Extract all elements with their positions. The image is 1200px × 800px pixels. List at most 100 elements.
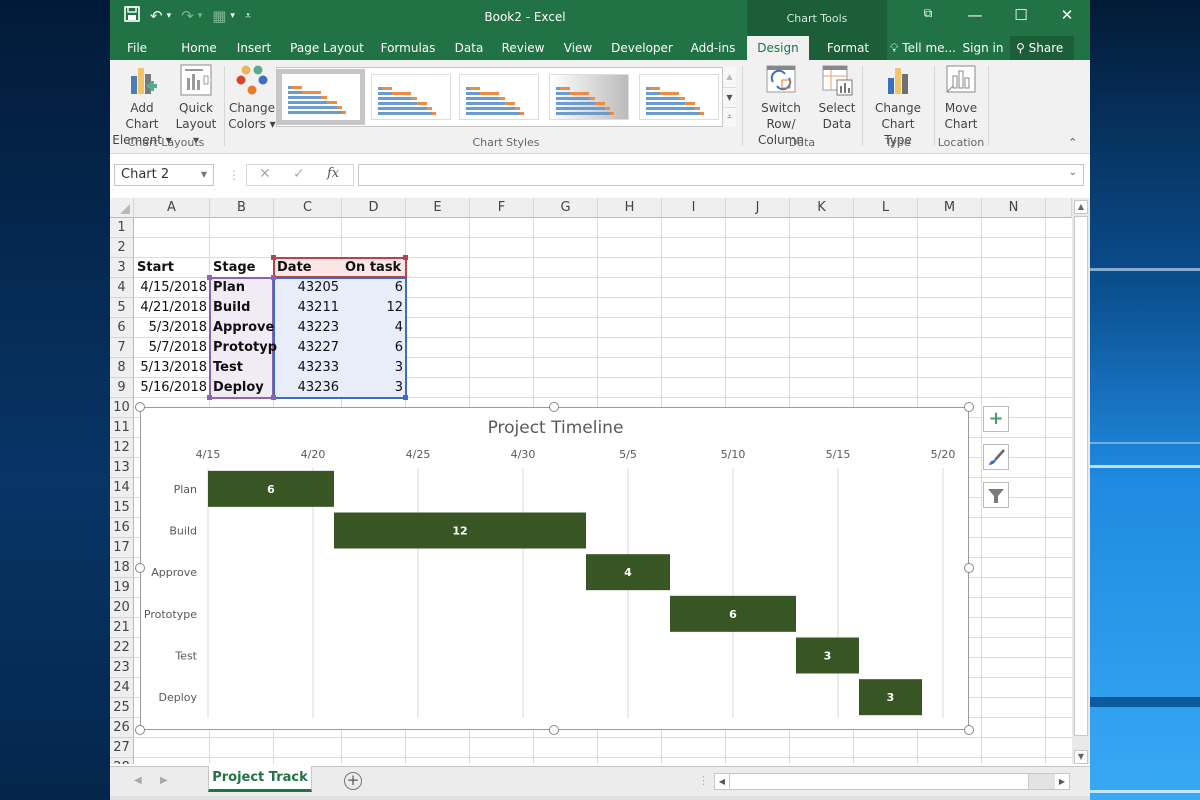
name-box[interactable]: Chart 2 ▼ (114, 164, 214, 186)
scroll-down-icon[interactable]: ▼ (1074, 750, 1088, 764)
cell-date[interactable]: 43227 (275, 338, 341, 358)
row-header-19[interactable]: 19 (110, 578, 134, 598)
chart-style-2[interactable] (371, 74, 451, 120)
collapse-ribbon-icon[interactable]: ⌃ (1068, 136, 1077, 149)
cell-on-task[interactable]: 3 (343, 378, 405, 398)
prev-sheet-icon[interactable]: ◀ (134, 775, 142, 786)
save-icon[interactable] (124, 6, 140, 26)
resize-handle-bottom[interactable] (549, 725, 559, 735)
redo-icon[interactable]: ↷ (181, 7, 194, 25)
row-header-4[interactable]: 4 (110, 278, 134, 298)
cell-stage[interactable]: Test (211, 358, 277, 378)
row-header-17[interactable]: 17 (110, 538, 134, 558)
row-header-2[interactable]: 2 (110, 238, 134, 258)
tab-developer[interactable]: Developer (610, 36, 674, 60)
row-header-11[interactable]: 11 (110, 418, 134, 438)
cell-stage[interactable]: Deploy (211, 378, 277, 398)
cell-d3-header[interactable]: On task (343, 258, 405, 278)
tab-splitter[interactable]: ⋮ (698, 774, 709, 787)
row-header-9[interactable]: 9 (110, 378, 134, 398)
cell-date[interactable]: 43236 (275, 378, 341, 398)
chart-style-5[interactable] (639, 74, 719, 120)
row-header-18[interactable]: 18 (110, 558, 134, 578)
tab-view[interactable]: View (560, 36, 596, 60)
maximize-icon[interactable]: ☐ (1006, 6, 1036, 24)
column-header-i[interactable]: I (662, 198, 726, 218)
select-all-button[interactable] (110, 198, 134, 218)
tab-formulas[interactable]: Formulas (380, 36, 436, 60)
ribbon-display-options-icon[interactable]: ⧉ (913, 6, 943, 21)
chart-style-4[interactable] (549, 74, 629, 120)
cell-stage[interactable]: Prototype (211, 338, 277, 358)
row-header-15[interactable]: 15 (110, 498, 134, 518)
vertical-scroll-thumb[interactable] (1074, 216, 1088, 736)
tab-data[interactable]: Data (450, 36, 488, 60)
row-header-8[interactable]: 8 (110, 358, 134, 378)
next-sheet-icon[interactable]: ▶ (160, 775, 168, 786)
row-header-7[interactable]: 7 (110, 338, 134, 358)
cell-a3-header[interactable]: Start (135, 258, 209, 278)
cell-start[interactable]: 5/13/2018 (135, 358, 209, 378)
cell-start[interactable]: 4/15/2018 (135, 278, 209, 298)
undo-icon[interactable]: ↶ (150, 7, 163, 25)
column-header-f[interactable]: F (470, 198, 534, 218)
cell-date[interactable]: 43233 (275, 358, 341, 378)
cell-on-task[interactable]: 6 (343, 338, 405, 358)
row-header-22[interactable]: 22 (110, 638, 134, 658)
resize-handle-right[interactable] (964, 563, 974, 573)
redo-dropdown-icon[interactable]: ▾ (198, 11, 203, 21)
tell-me-search[interactable]: 💡︎ Tell me... (888, 36, 958, 60)
cell-stage[interactable]: Plan (211, 278, 277, 298)
column-header-h[interactable]: H (598, 198, 662, 218)
row-header-10[interactable]: 10 (110, 398, 134, 418)
row-header-14[interactable]: 14 (110, 478, 134, 498)
tab-add-ins[interactable]: Add-ins (686, 36, 740, 60)
cell-b3-header[interactable]: Stage (211, 258, 277, 278)
row-header-20[interactable]: 20 (110, 598, 134, 618)
chart-styles-button[interactable] (983, 444, 1009, 470)
resize-handle-top[interactable] (549, 402, 559, 412)
select-data-button[interactable]: Select Data (816, 64, 858, 132)
row-header-1[interactable]: 1 (110, 218, 134, 238)
cell-start[interactable]: 5/16/2018 (135, 378, 209, 398)
cell-stage[interactable]: Approve (211, 318, 277, 338)
row-header-25[interactable]: 25 (110, 698, 134, 718)
cell-on-task[interactable]: 4 (343, 318, 405, 338)
column-header-a[interactable]: A (134, 198, 210, 218)
row-header-6[interactable]: 6 (110, 318, 134, 338)
row-header-23[interactable]: 23 (110, 658, 134, 678)
formula-input[interactable]: ⌄ (358, 164, 1084, 186)
tab-design[interactable]: Design (747, 36, 809, 60)
cell-c3-header[interactable]: Date (275, 258, 341, 278)
column-header-c[interactable]: C (274, 198, 342, 218)
chart-style-3[interactable] (459, 74, 539, 120)
cell-date[interactable]: 43205 (275, 278, 341, 298)
tab-review[interactable]: Review (500, 36, 546, 60)
row-header-21[interactable]: 21 (110, 618, 134, 638)
sheet-tab-project-track[interactable]: Project Track (208, 766, 312, 792)
gantt-chart[interactable]: Project Timeline 4/15 4/20 4/25 4/30 5/5 5/10… (135, 402, 974, 735)
cell-start[interactable]: 4/21/2018 (135, 298, 209, 318)
column-header-m[interactable]: M (918, 198, 982, 218)
vertical-scrollbar[interactable]: ▲ ▼ (1072, 198, 1090, 764)
sign-in-link[interactable]: Sign in (962, 36, 1004, 60)
touch-mode-icon[interactable]: ▦ (212, 7, 226, 25)
resize-handle-bottom-right[interactable] (964, 725, 974, 735)
column-header-j[interactable]: J (726, 198, 790, 218)
column-header-n[interactable]: N (982, 198, 1046, 218)
tab-page-layout[interactable]: Page Layout (290, 36, 364, 60)
cell-stage[interactable]: Build (211, 298, 277, 318)
chart-filters-button[interactable] (983, 482, 1009, 508)
cell-start[interactable]: 5/3/2018 (135, 318, 209, 338)
gallery-more-icon[interactable]: ⩡ (723, 107, 736, 125)
cell-on-task[interactable]: 12 (343, 298, 405, 318)
column-header-e[interactable]: E (406, 198, 470, 218)
row-header-5[interactable]: 5 (110, 298, 134, 318)
tab-file[interactable]: File (118, 36, 156, 60)
add-sheet-icon[interactable]: + (344, 772, 362, 790)
expand-formula-bar-icon[interactable]: ⌄ (1069, 167, 1077, 178)
cell-date[interactable]: 43223 (275, 318, 341, 338)
cell-on-task[interactable]: 3 (343, 358, 405, 378)
minimize-icon[interactable]: — (960, 6, 990, 24)
column-header-b[interactable]: B (210, 198, 274, 218)
